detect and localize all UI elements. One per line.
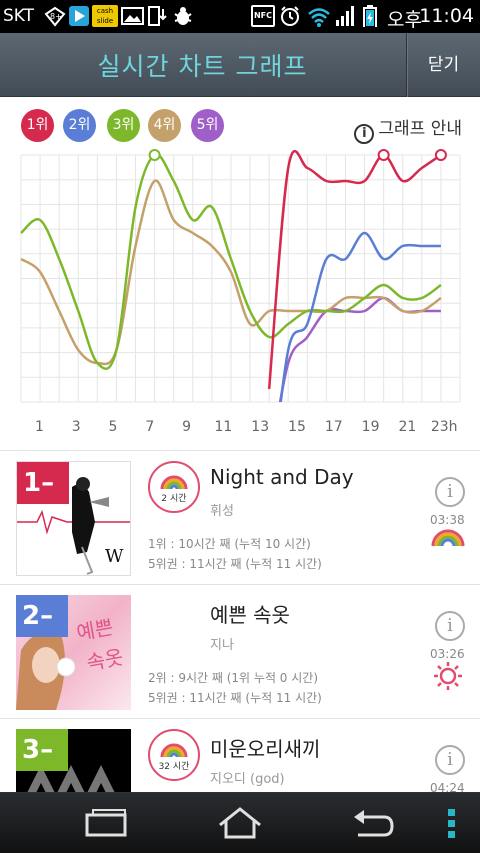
title-bar: 실시간 차트 그래프 닫기 (0, 33, 480, 97)
rainbow-icon (431, 529, 465, 547)
badge-label: 32 시간 (158, 762, 190, 772)
x-tick-label: 19 (362, 419, 380, 435)
x-tick-label: 23h (431, 419, 458, 435)
chart-badge: 2 시간 (148, 461, 200, 513)
chart-panel: 1위 2위 3위 4위 5위 i 그래프 안내 1 3 5 7 9 11 13 15 17 19 21… (0, 97, 480, 450)
svg-text:예쁜: 예쁜 (75, 615, 115, 645)
chart-badge: 32 시간 (148, 729, 200, 781)
album-cover: 예쁜 속옷 2– (16, 595, 131, 710)
x-tick-label: 7 (145, 419, 154, 435)
back-icon[interactable] (350, 807, 396, 841)
ampm-label: 오후 (387, 9, 422, 31)
badge-label: 2 시간 (161, 494, 187, 504)
sun-icon (434, 662, 462, 690)
series-line-1 (267, 149, 442, 390)
album-cover: 3– (16, 729, 131, 792)
album-cover: W 1– (16, 461, 131, 576)
cash-slide-icon: cash slide (92, 5, 118, 27)
wifi-icon (308, 8, 330, 27)
top5-stat: 5위권 : 11시간 째 (누적 11 시간) (148, 557, 322, 571)
alarm-icon (281, 6, 299, 26)
nfc-icon: NFC (251, 5, 275, 27)
x-tick-label: 9 (182, 419, 191, 435)
song-duration: 03:26 (430, 647, 465, 661)
song-info-button[interactable]: i (435, 745, 465, 775)
rank-stat: 1위 : 10시간 째 (누적 10 시간) (148, 537, 311, 551)
song-title: 예쁜 속옷 (210, 603, 290, 627)
recent-apps-icon[interactable] (84, 807, 128, 841)
list-item[interactable]: W 1– 2 시간 Night and Day 휘성 1위 : 10시간 째 (… (0, 450, 480, 584)
song-duration: 04:24 (430, 781, 465, 792)
song-title: Night and Day (210, 465, 354, 489)
x-tick-label: 13 (251, 419, 269, 435)
battery-charging-icon (363, 5, 377, 27)
x-tick-label: 11 (214, 419, 232, 435)
rank-tag: 2– (16, 595, 68, 637)
rank-tag: 1– (17, 462, 69, 504)
close-button[interactable]: 닫기 (406, 33, 480, 97)
song-info-button[interactable]: i (435, 611, 465, 641)
device-download-icon (148, 6, 167, 26)
song-list: W 1– 2 시간 Night and Day 휘성 1위 : 10시간 째 (… (0, 450, 480, 792)
x-tick-label: 15 (288, 419, 306, 435)
bug-icon (174, 7, 192, 25)
rank-tag: 3– (16, 729, 68, 771)
artist-name: 휘성 (210, 504, 234, 519)
rank-line-chart: 1 3 5 7 9 11 13 15 17 19 21 23h (20, 149, 461, 435)
artist-name: 지나 (210, 638, 234, 653)
rank-one-marker (434, 149, 447, 161)
artist-name: 지오디 (god) (210, 772, 285, 787)
carrier-label: SKT (3, 6, 35, 26)
song-title: 미운오리새끼 (210, 737, 321, 761)
gallery-icon (121, 7, 144, 25)
x-tick-label: 1 (35, 419, 44, 435)
rank-one-marker (148, 149, 161, 161)
cash-slide-label: cash slide (96, 7, 114, 25)
clock: 11:04 (419, 5, 474, 27)
top5-stat: 5위권 : 11시간 째 (누적 11 시간) (148, 691, 322, 705)
svg-text:W: W (105, 546, 124, 567)
navigation-bar (0, 792, 480, 853)
play-store-icon (69, 6, 89, 26)
rank-stat: 2위 : 9시간 째 (1위 누적 0 시간) (148, 671, 319, 685)
nfc-label: NFC (253, 11, 273, 20)
list-item[interactable]: 예쁜 속옷 2– 예쁜 속옷 지나 2위 : 9시간 째 (1위 누적 0 시간… (0, 584, 480, 718)
song-duration: 03:38 (430, 513, 465, 527)
menu-icon[interactable] (446, 807, 458, 841)
x-tick-label: 3 (72, 419, 81, 435)
signal-icon (336, 6, 354, 26)
x-tick-label: 17 (325, 419, 343, 435)
list-item[interactable]: 3– 32 시간 미운오리새끼 지오디 (god) i 04:24 (0, 718, 480, 792)
series-line-2 (279, 231, 441, 402)
kakao-badge-icon: 8+ (44, 6, 66, 27)
home-icon[interactable] (216, 805, 264, 841)
song-info-button[interactable]: i (435, 477, 465, 507)
svg-text:속옷: 속옷 (85, 645, 125, 675)
x-tick-label: 21 (398, 419, 416, 435)
page-title: 실시간 차트 그래프 (97, 52, 308, 81)
status-bar: SKT 8+ cash slide NFC 오후 11:04 (0, 0, 480, 33)
x-tick-label: 5 (109, 419, 118, 435)
rank-one-marker (377, 149, 390, 161)
svg-text:8+: 8+ (50, 12, 62, 21)
